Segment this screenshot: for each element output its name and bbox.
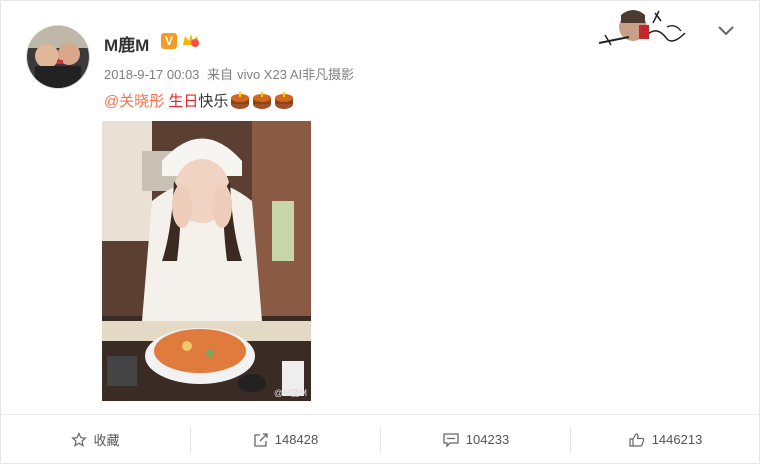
like-button[interactable]: 1446213	[571, 415, 759, 464]
cake-emoji-group	[230, 90, 296, 114]
source-device[interactable]: vivo X23 AI非凡摄影	[237, 67, 354, 82]
username[interactable]: M鹿M	[104, 31, 149, 56]
weibo-post-card: M鹿M V 2018-9-17 00:03 来自 vivo X23 AI非凡摄影 …	[0, 0, 760, 464]
cake-icon	[231, 92, 294, 110]
like-count: 1446213	[651, 432, 703, 447]
topic-link[interactable]: 生日	[168, 93, 198, 110]
post-meta: 2018-9-17 00:03 来自 vivo X23 AI非凡摄影	[104, 64, 358, 83]
mention-link[interactable]: @关晓彤	[104, 93, 164, 110]
post-body-text: 快乐	[198, 93, 229, 110]
repost-icon	[254, 432, 268, 447]
repost-button[interactable]: 148428	[191, 415, 380, 464]
post-timestamp[interactable]: 2018-9-17 00:03	[104, 67, 199, 82]
chevron-down-icon[interactable]	[716, 23, 736, 39]
signature-image	[598, 10, 686, 46]
source-prefix: 来自	[207, 67, 234, 82]
photo-watermark: @M鹿M	[273, 388, 307, 398]
post-text: @关晓彤 生日快乐	[104, 90, 296, 114]
post-photo[interactable]: @M鹿M	[102, 121, 311, 401]
avatar[interactable]	[26, 25, 90, 89]
favorite-label: 收藏	[93, 433, 120, 448]
action-bar: 收藏 148428 104233 1446213	[1, 414, 759, 464]
comment-icon	[443, 432, 459, 448]
favorite-button[interactable]: 收藏	[1, 415, 190, 464]
comment-count: 104233	[465, 432, 510, 447]
like-icon	[629, 432, 644, 447]
repost-count: 148428	[274, 432, 319, 447]
verified-badge-icon: V	[161, 33, 177, 49]
star-icon	[71, 431, 88, 447]
comment-button[interactable]: 104233	[381, 415, 570, 464]
vip-crown-icon	[183, 34, 199, 47]
